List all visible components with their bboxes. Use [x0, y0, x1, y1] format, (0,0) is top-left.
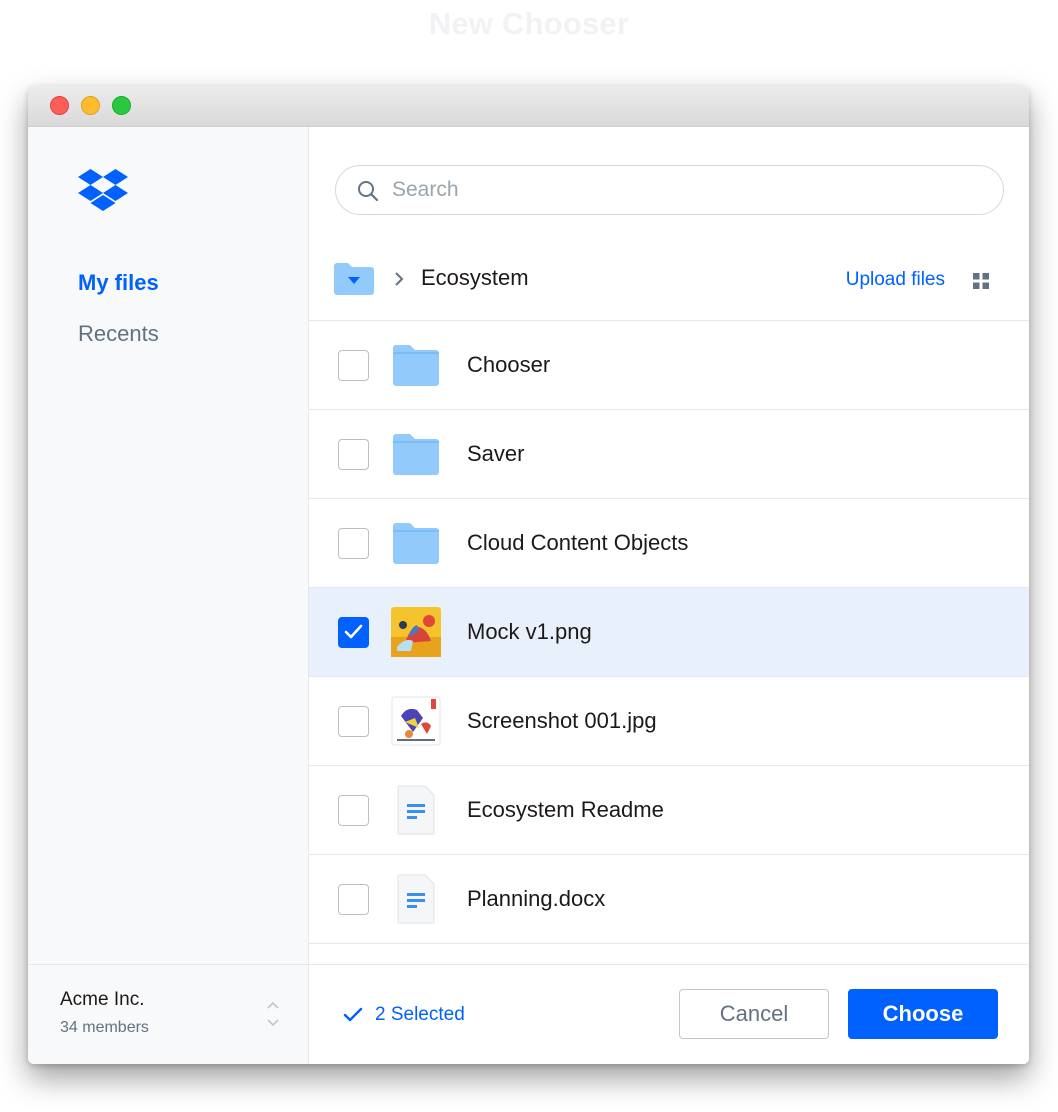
- team-name: Acme Inc.: [60, 989, 145, 1010]
- search-icon: [358, 181, 379, 202]
- team-member-count: 34 members: [60, 1019, 149, 1036]
- footer-bar: 2 Selected Cancel Choose: [309, 964, 1029, 1064]
- file-list: Chooser Saver Cloud Content Objects Mock…: [309, 321, 1029, 947]
- row-checkbox[interactable]: [338, 884, 369, 915]
- breadcrumb-current-folder: Ecosystem: [421, 265, 529, 290]
- breadcrumb: Ecosystem Upload files: [309, 257, 1029, 321]
- maximize-window-button[interactable]: [112, 96, 131, 115]
- close-window-button[interactable]: [50, 96, 69, 115]
- file-name: Cloud Content Objects: [467, 530, 689, 555]
- image-thumbnail-icon: [391, 607, 441, 657]
- search-input[interactable]: [390, 175, 970, 205]
- file-row-screenshot-001[interactable]: Screenshot 001.jpg: [309, 677, 1029, 766]
- page-heading: New Chooser: [428, 6, 630, 41]
- upload-files-link[interactable]: Upload files: [846, 269, 945, 291]
- sidebar-item-my-files[interactable]: My files: [78, 270, 159, 296]
- row-checkbox[interactable]: [338, 706, 369, 737]
- selected-count: 2 Selected: [375, 1004, 465, 1025]
- file-name: Mock v1.png: [467, 619, 592, 644]
- row-checkbox-checked[interactable]: [338, 617, 369, 648]
- checkmark-icon: [343, 1007, 363, 1022]
- checkmark-icon: [344, 624, 363, 639]
- document-icon: [397, 785, 435, 835]
- file-name: Saver: [467, 441, 525, 466]
- file-browser: Ecosystem Upload files Chooser: [309, 127, 1029, 1064]
- file-name: Chooser: [467, 352, 551, 377]
- folder-icon: [393, 434, 439, 475]
- file-row-mock-v1[interactable]: Mock v1.png: [309, 588, 1029, 677]
- file-row-cloud-content-objects[interactable]: Cloud Content Objects: [309, 499, 1029, 588]
- file-row-ecosystem-readme[interactable]: Ecosystem Readme: [309, 766, 1029, 855]
- minimize-window-button[interactable]: [81, 96, 100, 115]
- row-checkbox[interactable]: [338, 528, 369, 559]
- file-name: Ecosystem Readme: [467, 797, 664, 822]
- document-icon: [397, 874, 435, 924]
- row-checkbox[interactable]: [338, 350, 369, 381]
- file-row-planning-docx[interactable]: Planning.docx: [309, 855, 1029, 944]
- sidebar-item-recents[interactable]: Recents: [78, 321, 159, 347]
- folder-icon: [393, 345, 439, 386]
- chevron-right-icon: [395, 272, 404, 286]
- chooser-window: My files Recents Acme Inc. 34 members Se…: [28, 86, 1029, 1064]
- sidebar: My files Recents Acme Inc. 34 members: [28, 127, 309, 1064]
- up-down-chevron-icon[interactable]: [266, 999, 280, 1029]
- cancel-button[interactable]: Cancel: [679, 989, 829, 1039]
- folder-icon: [393, 523, 439, 564]
- search-bar[interactable]: [335, 165, 1004, 215]
- dropbox-logo-icon: [78, 169, 128, 211]
- row-checkbox[interactable]: [338, 439, 369, 470]
- file-row-chooser[interactable]: Chooser: [309, 321, 1029, 410]
- title-bar: [28, 86, 1029, 127]
- folder-dropdown-icon[interactable]: [334, 263, 374, 295]
- team-switcher[interactable]: Acme Inc. 34 members: [28, 964, 308, 1064]
- grid-view-icon[interactable]: [973, 273, 989, 289]
- image-thumbnail-icon: [391, 696, 441, 746]
- row-checkbox[interactable]: [338, 795, 369, 826]
- file-row-saver[interactable]: Saver: [309, 410, 1029, 499]
- file-name: Planning.docx: [467, 886, 606, 911]
- choose-button[interactable]: Choose: [848, 989, 998, 1039]
- file-name: Screenshot 001.jpg: [467, 708, 657, 733]
